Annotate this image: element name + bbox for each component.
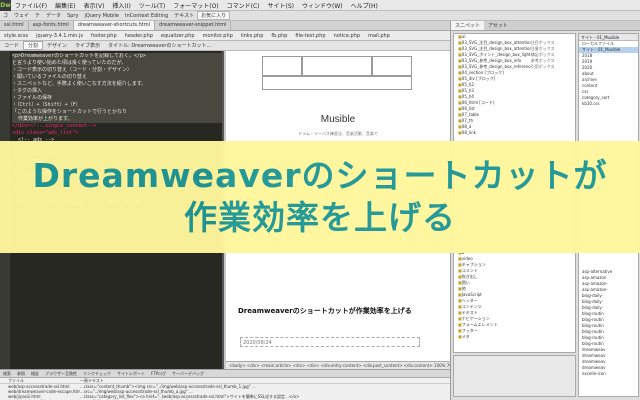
panel-tab[interactable]: スニペット (451, 21, 485, 30)
snippet-name: メタ (461, 334, 470, 339)
related-file-link[interactable]: equalizer.php (157, 33, 199, 39)
related-file-link[interactable]: notice.php (330, 33, 365, 39)
view-button[interactable]: コード (0, 42, 23, 49)
related-file-link[interactable]: mail.php (364, 33, 394, 39)
document-tab[interactable]: ssl.html (0, 21, 29, 30)
title-banner: Dreamweaverのショートカットが 作業効率を上げる (0, 141, 640, 253)
layout-box (372, 56, 412, 76)
related-file-link[interactable]: footer.php (87, 33, 121, 39)
file-item[interactable]: excelle-icon (579, 371, 638, 377)
code-line: ・コード表示の切り替え（コード・分割・デザイン） (12, 67, 222, 74)
related-file-link[interactable]: header.php (121, 33, 157, 39)
related-file-link[interactable]: monitor.php (199, 33, 237, 39)
menu-item[interactable]: 表示(V) (80, 1, 109, 10)
related-file-link[interactable]: style.scss (0, 33, 32, 39)
code-line: <div class="ads_list"> (12, 130, 79, 136)
banner-line-2: 作業効率を上げる (184, 198, 456, 237)
menu-item[interactable]: フォーマット(O) (169, 1, 222, 10)
results-tab[interactable]: 検索 (0, 370, 14, 377)
menu-item[interactable]: ツール(T) (135, 1, 169, 10)
insert-tab[interactable]: データ (43, 12, 64, 19)
panel-tab[interactable]: アセット (484, 21, 512, 30)
banner-line-1: Dreamweaverのショートカットが (32, 156, 608, 195)
results-tab[interactable]: サイトレポート (114, 370, 148, 377)
code-line: </div><!--.single_content--> (12, 123, 97, 129)
snippet-item[interactable]: ■ メタ (454, 334, 575, 340)
view-toolbar: コード 分割 デザイン ライブ表示 タイトル: Dreamweaverのショートカット.… (0, 41, 450, 51)
code-line: ・タグの挿入 (12, 88, 222, 95)
menu-item[interactable]: ウィンドウ(W) (298, 1, 347, 10)
code-line: 作業効率が上がります。 (12, 116, 222, 123)
panel-tabs: スニペット アセット (451, 21, 640, 31)
results-tab[interactable]: リンクチェック (80, 370, 114, 377)
results-panel: 検索 参照 検証 ブラウザー互換性 リンクチェック サイトレポート FTPログ サーバーデバッ… (0, 369, 450, 400)
menu-item[interactable]: 編集(E) (51, 1, 79, 10)
code-line: と言うより使い始めた頃は良く使っていたのだが、 (12, 60, 222, 67)
results-tab[interactable]: 検証 (28, 370, 42, 377)
document-tabs: ssl.html asp-fonts.html dreamweaver-shortc… (0, 21, 450, 31)
tag-selector-status-bar: <body> <div> <main.article> <div> <div> … (226, 361, 450, 369)
layout-box (302, 56, 372, 76)
code-line: ・（Ctrl）+（Shift）+（F） (12, 102, 222, 109)
code-line: ・スニペットなど、手際よく使いこなす方法を紹介します。 (12, 81, 222, 88)
post-title: Dreamweaverのショートカットが作業効率を上げる (238, 307, 412, 315)
related-file-link[interactable]: file-test.php (291, 33, 329, 39)
results-tab[interactable]: サーバーデバッグ (169, 370, 207, 377)
app-window: Dw ファイル(F) 編集(E) 表示(V) 挿入(I) ツール(T) フォーマット(O)… (0, 0, 640, 400)
menu-bar: Dw ファイル(F) 編集(E) 表示(V) 挿入(I) ツール(T) フォーマット(O)… (0, 0, 640, 11)
document-tab[interactable]: dreamweaver-snippet.html (155, 21, 232, 30)
results-tab[interactable]: ブラウザー互換性 (42, 370, 80, 377)
match-column-header: 一致テキスト (80, 378, 104, 383)
code-line: ・開いているファイルの切り替え (12, 74, 222, 81)
files-panel-header: サイト - 01_Musible (579, 34, 638, 41)
related-file-link[interactable]: fb.php (267, 33, 291, 39)
dreamweaver-logo-icon: Dw (0, 0, 11, 11)
snippet-preview (453, 355, 576, 397)
file-column-header: ファイル (8, 378, 24, 383)
snippet-description (531, 334, 575, 340)
menu-item[interactable]: ファイル(F) (11, 1, 51, 10)
view-button[interactable]: タイトル: Dreamweaverのショートカット... (104, 42, 215, 49)
view-button[interactable]: 分割 (23, 41, 44, 50)
code-line: <p>Dreamweaverのショートカットを記録しておく。</p> (12, 53, 222, 60)
view-button[interactable]: デザイン (43, 42, 71, 49)
layout-box (262, 76, 412, 90)
code-line: ・ファイルの保存 (12, 95, 222, 102)
insert-tab[interactable]: InContext Editing (122, 13, 171, 19)
insert-tab[interactable]: テキスト (171, 12, 197, 19)
insert-tab[interactable]: ウェイ (11, 12, 32, 19)
document-tab[interactable]: dreamweaver-shortcuts.html (73, 21, 156, 30)
menu-item[interactable]: コマンド(C) (223, 1, 264, 10)
code-line: 「このような操作をショートカットで行うとかなり (12, 109, 222, 116)
layout-box (262, 56, 302, 76)
post-date: 2020/08/24 (240, 337, 420, 347)
document-tab[interactable]: asp-fonts.html (29, 21, 74, 30)
insert-tab[interactable]: テ (32, 12, 43, 19)
menu-item[interactable]: サイト(S) (264, 1, 299, 10)
insert-tab[interactable]: jQuery Mobile (81, 13, 122, 19)
site-subtitle: ドラム・ツーバス練習法、音楽活動、音楽で (298, 131, 378, 136)
site-title: Musible (320, 114, 356, 125)
insert-tab[interactable]: Spry (64, 13, 81, 19)
related-files-bar: style.scss jquery-3.4.1.min.js footer.php h… (0, 31, 450, 41)
related-file-link[interactable]: links.php (237, 33, 268, 39)
related-file-link[interactable]: jquery-3.4.1.min.js (32, 33, 87, 39)
results-tab[interactable]: 参照 (14, 370, 28, 377)
results-tabs: 検索 参照 検証 ブラウザー互換性 リンクチェック サイトレポート FTPログ サーバーデバッ… (0, 370, 450, 378)
menu-item[interactable]: ヘルプ(H) (347, 1, 382, 10)
insert-tab[interactable]: ゴ (0, 12, 11, 19)
menu-item[interactable]: 挿入(I) (108, 1, 134, 10)
view-button[interactable]: ライブ表示 (71, 42, 104, 49)
results-tab[interactable]: FTPログ (148, 370, 169, 377)
insert-tab[interactable]: お気に入り (197, 11, 231, 20)
insert-toolbar: ゴウェイテデータ Spry jQuery Mobile InContext Editi… (0, 11, 640, 21)
